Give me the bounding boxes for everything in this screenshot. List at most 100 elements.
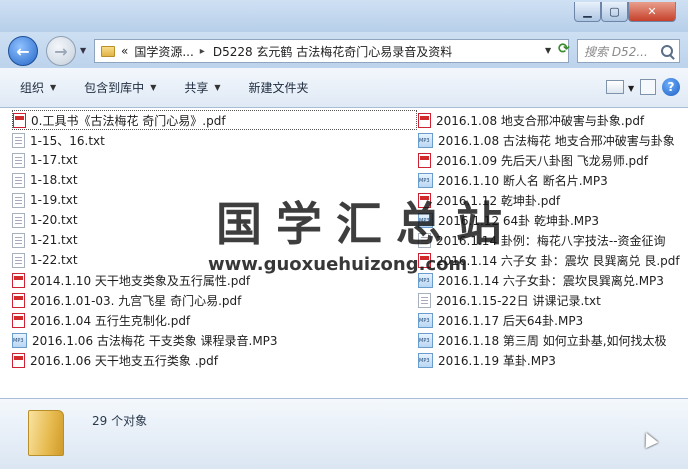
file-name: 2016.1.14 六子女卦：震坎艮巽离兑.MP3 xyxy=(438,273,664,288)
new-folder-label: 新建文件夹 xyxy=(248,81,309,95)
back-button[interactable]: ← xyxy=(8,36,38,66)
file-item[interactable]: 2016.1.08 地支合邢冲破害与卦象.pdf xyxy=(418,110,688,130)
breadcrumb-separator-icon[interactable]: ▸ xyxy=(200,46,205,57)
new-folder-button[interactable]: 新建文件夹 xyxy=(249,79,309,96)
file-name: 2016.1.06 天干地支五行类象 .pdf xyxy=(30,353,218,368)
file-name: 2016.1.18 第三周 如何立卦基,如何找太极 xyxy=(438,333,667,348)
file-item[interactable]: 2016.1.19 革卦.MP3 xyxy=(418,350,688,370)
pdf-file-icon xyxy=(418,112,431,128)
close-button[interactable]: ✕ xyxy=(628,2,676,22)
file-name: 2016.1.17 后天64卦.MP3 xyxy=(438,313,584,328)
back-arrow-icon: ← xyxy=(16,41,30,61)
file-item[interactable]: 1-18.txt xyxy=(12,170,417,190)
help-icon[interactable]: ? xyxy=(662,78,680,96)
item-count: 29 个对象 xyxy=(92,414,148,428)
pdf-file-icon xyxy=(12,312,25,328)
mp3-file-icon xyxy=(12,332,27,348)
file-item[interactable]: 2016.1.06 古法梅花 干支类象 课程录音.MP3 xyxy=(12,330,417,350)
file-item[interactable]: 2016.1.04 五行生克制化.pdf xyxy=(12,310,417,330)
address-dropdown-icon[interactable]: ▼ xyxy=(545,46,551,55)
file-item[interactable]: 0.工具书《古法梅花 奇门心易》.pdf xyxy=(12,110,417,130)
history-dropdown-icon[interactable]: ▼ xyxy=(80,46,86,55)
file-name: 1-22.txt xyxy=(30,253,78,267)
share-label: 共享 xyxy=(184,81,209,95)
mp3-file-icon xyxy=(418,172,433,188)
folder-icon xyxy=(101,45,115,57)
file-name: 1-18.txt xyxy=(30,173,78,187)
breadcrumb-current[interactable]: D5228 玄元鹤 古法梅花奇门心易录音及资料 xyxy=(213,43,452,60)
address-bar[interactable]: « 国学资源... ▸ D5228 玄元鹤 古法梅花奇门心易录音及资料 xyxy=(94,39,569,63)
include-library-button[interactable]: 包含到库中 ▼ xyxy=(84,79,156,96)
file-name: 2016.1.08 古法梅花 地支合邢冲破害与卦象 xyxy=(438,133,675,148)
breadcrumb-parent[interactable]: 国学资源... xyxy=(134,43,193,60)
chevron-down-icon: ▼ xyxy=(214,83,221,92)
watermark-title: 国学汇总站 xyxy=(216,197,516,251)
txt-file-icon xyxy=(12,252,25,268)
minimize-button[interactable]: ▁ xyxy=(574,2,601,22)
file-name: 2016.1.09 先后天八卦图 飞龙易师.pdf xyxy=(436,153,648,168)
view-options-icon[interactable] xyxy=(606,80,624,94)
mp3-file-icon xyxy=(418,132,433,148)
txt-file-icon xyxy=(12,132,25,148)
navigation-bar: ← → ▼ « 国学资源... ▸ D5228 玄元鹤 古法梅花奇门心易录音及资… xyxy=(0,32,688,68)
file-item[interactable]: 2016.1.09 先后天八卦图 飞龙易师.pdf xyxy=(418,150,688,170)
file-name: 1-21.txt xyxy=(30,233,78,247)
search-box[interactable]: 搜索 D52... xyxy=(577,39,680,63)
file-name: 1-17.txt xyxy=(30,153,78,167)
file-name: 2016.1.19 革卦.MP3 xyxy=(438,353,556,368)
file-item[interactable]: 2016.1.17 后天64卦.MP3 xyxy=(418,310,688,330)
txt-file-icon xyxy=(12,172,25,188)
title-bar: ▁ ▢ ✕ xyxy=(0,0,688,32)
chevron-down-icon: ▼ xyxy=(150,83,157,92)
file-name: 2016.1.15-22日 讲课记录.txt xyxy=(436,293,601,308)
file-item[interactable]: 1-17.txt xyxy=(12,150,417,170)
file-item[interactable]: 2016.1.18 第三周 如何立卦基,如何找太极 xyxy=(418,330,688,350)
file-item[interactable]: 2016.1.08 古法梅花 地支合邢冲破害与卦象 xyxy=(418,130,688,150)
pdf-file-icon xyxy=(418,152,431,168)
file-name: 2016.1.04 五行生克制化.pdf xyxy=(30,313,191,328)
file-name: 2016.1.14 六子女 卦：震坎 艮巽离兑 艮.pdf xyxy=(436,253,680,268)
pdf-file-icon xyxy=(12,272,25,288)
refresh-icon[interactable]: ⟳ xyxy=(558,41,570,57)
mp3-file-icon xyxy=(418,332,433,348)
file-item[interactable]: 1-15、16.txt xyxy=(12,130,417,150)
pdf-file-icon xyxy=(12,352,25,368)
search-icon[interactable] xyxy=(661,45,673,57)
mp3-file-icon xyxy=(418,312,433,328)
include-library-label: 包含到库中 xyxy=(84,81,145,95)
file-name: 2016.1.10 断人名 断名片.MP3 xyxy=(438,173,608,188)
pdf-file-icon xyxy=(13,112,26,128)
file-item[interactable]: 2016.1.15-22日 讲课记录.txt xyxy=(418,290,688,310)
txt-file-icon xyxy=(12,232,25,248)
maximize-button[interactable]: ▢ xyxy=(601,2,628,22)
pdf-file-icon xyxy=(12,292,25,308)
folder-icon xyxy=(28,410,64,456)
file-item[interactable]: 2016.1.10 断人名 断名片.MP3 xyxy=(418,170,688,190)
txt-file-icon xyxy=(12,152,25,168)
txt-file-icon xyxy=(12,212,25,228)
file-name: 2016.1.06 古法梅花 干支类象 课程录音.MP3 xyxy=(32,333,278,348)
file-name: 2016.1.01-03. 九宫飞星 奇门心易.pdf xyxy=(30,293,242,308)
command-toolbar: 组织 ▼ 包含到库中 ▼ 共享 ▼ 新建文件夹 xyxy=(0,68,688,108)
share-button[interactable]: 共享 ▼ xyxy=(184,79,220,96)
forward-button[interactable]: → xyxy=(46,36,76,66)
file-name: 0.工具书《古法梅花 奇门心易》.pdf xyxy=(31,113,226,128)
file-name: 2016.1.08 地支合邢冲破害与卦象.pdf xyxy=(436,113,645,128)
file-name: 1-15、16.txt xyxy=(30,133,105,148)
organize-button[interactable]: 组织 ▼ xyxy=(20,79,56,96)
mp3-file-icon xyxy=(418,352,433,368)
preview-pane-icon[interactable] xyxy=(640,79,656,95)
breadcrumb-overflow[interactable]: « xyxy=(121,44,128,58)
watermark-url: www.guoxuehuizong.com xyxy=(208,254,468,275)
file-item[interactable]: 2016.1.06 天干地支五行类象 .pdf xyxy=(12,350,417,370)
details-pane: 29 个对象 xyxy=(0,398,688,469)
file-name: 1-20.txt xyxy=(30,213,78,227)
view-dropdown-icon[interactable]: ▼ xyxy=(628,84,634,93)
txt-file-icon xyxy=(12,192,25,208)
forward-arrow-icon: → xyxy=(54,41,68,61)
chevron-down-icon: ▼ xyxy=(50,83,57,92)
file-item[interactable]: 2016.1.01-03. 九宫飞星 奇门心易.pdf xyxy=(12,290,417,310)
search-input[interactable]: 搜索 D52... xyxy=(584,43,661,60)
txt-file-icon xyxy=(418,292,431,308)
organize-label: 组织 xyxy=(20,81,45,95)
